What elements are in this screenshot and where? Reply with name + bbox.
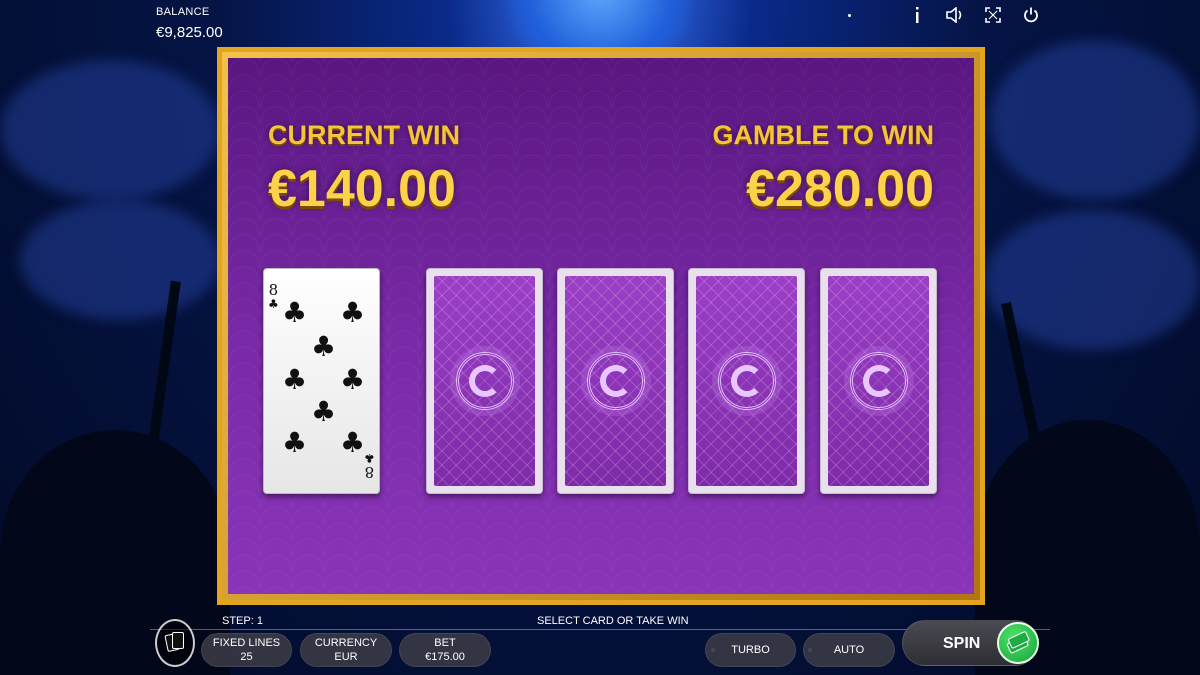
card-back-pattern: [434, 276, 535, 486]
cards-icon: [164, 632, 184, 654]
currency-label: CURRENCY: [314, 637, 378, 649]
cloud: [20, 200, 220, 320]
face-down-card-3[interactable]: [688, 268, 805, 494]
club-pip: ♣: [340, 363, 366, 396]
currency-display: CURRENCY EUR: [300, 633, 392, 667]
cloud: [985, 210, 1200, 350]
face-down-card-1[interactable]: [426, 268, 543, 494]
balance-display: BALANCE €9,825.00: [156, 6, 223, 41]
club-pip: ♣: [311, 330, 337, 363]
card-back-logo-icon: [455, 352, 514, 410]
top-toolbar: [908, 6, 1040, 24]
info-icon[interactable]: [908, 6, 926, 24]
status-dot: [848, 14, 851, 17]
auto-button[interactable]: AUTO: [803, 633, 895, 667]
foliage: [0, 430, 230, 675]
cloud: [0, 60, 220, 200]
card-corner-bottom: 8 ♣: [364, 451, 375, 481]
card-back-pattern: [696, 276, 797, 486]
card-back-logo-icon: [849, 352, 908, 410]
current-win-value: €140.00: [268, 160, 456, 218]
club-pip: ♣: [282, 296, 308, 329]
turbo-label: TURBO: [731, 644, 770, 656]
bet-label: BET: [434, 637, 456, 649]
club-pip: ♣: [282, 426, 308, 459]
balance-label: BALANCE: [156, 6, 210, 18]
spin-label: SPIN: [943, 635, 981, 652]
current-win-label: CURRENT WIN: [268, 120, 460, 150]
face-down-card-2[interactable]: [557, 268, 674, 494]
face-down-card-4[interactable]: [820, 268, 937, 494]
dealer-card: 8 ♣ 8 ♣ ♣ ♣ ♣ ♣ ♣ ♣ ♣ ♣: [263, 268, 380, 494]
gamble-to-win-value: €280.00: [746, 160, 934, 218]
spin-button[interactable]: SPIN: [902, 620, 1039, 666]
card-back-pattern: [828, 276, 929, 486]
card-back-pattern: [565, 276, 666, 486]
gamble-panel: CURRENT WIN €140.00 GAMBLE TO WIN €280.0…: [217, 47, 985, 605]
card-suit: ♣: [268, 297, 279, 311]
money-icon: [997, 622, 1039, 664]
fixed-lines-display: FIXED LINES 25: [201, 633, 292, 667]
card-rank: 8: [364, 463, 375, 481]
card-back-logo-icon: [717, 352, 776, 410]
auto-label: AUTO: [833, 644, 865, 656]
gamble-cards-button[interactable]: [155, 619, 195, 667]
currency-value: EUR: [334, 651, 358, 663]
fullscreen-icon[interactable]: [984, 6, 1002, 24]
bet-value: €175.00: [425, 651, 465, 663]
gamble-to-win-label: GAMBLE TO WIN: [712, 120, 934, 150]
balance-value: €9,825.00: [156, 24, 223, 41]
bet-selector[interactable]: BET €175.00: [399, 633, 491, 667]
gamble-panel-inner: CURRENT WIN €140.00 GAMBLE TO WIN €280.0…: [228, 58, 974, 594]
turbo-button[interactable]: TURBO: [705, 633, 796, 667]
cloud: [990, 40, 1200, 200]
club-pip: ♣: [282, 363, 308, 396]
status-prompt: SELECT CARD OR TAKE WIN: [537, 615, 689, 627]
club-pip: ♣: [340, 296, 366, 329]
card-corner-top: 8 ♣: [268, 283, 279, 312]
club-pip: ♣: [311, 395, 337, 428]
card-back-logo-icon: [586, 352, 645, 410]
step-indicator: STEP: 1: [222, 615, 263, 627]
power-icon[interactable]: [1022, 6, 1040, 24]
fixed-lines-value: 25: [240, 651, 253, 663]
club-pip: ♣: [340, 426, 366, 459]
card-suit: ♣: [364, 451, 375, 465]
fixed-lines-label: FIXED LINES: [212, 637, 281, 649]
sound-icon[interactable]: [946, 6, 964, 24]
